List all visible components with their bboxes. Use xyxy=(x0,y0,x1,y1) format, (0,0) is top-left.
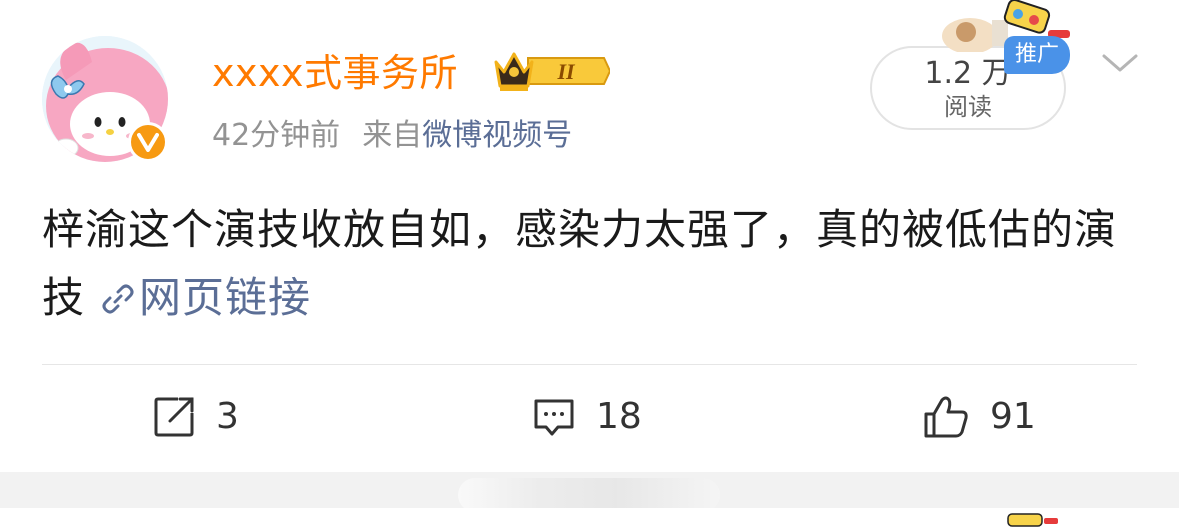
like-icon xyxy=(924,396,968,438)
source-link[interactable]: 微博视频号 xyxy=(422,118,572,153)
next-promo-sticker-art xyxy=(1007,513,1058,527)
username[interactable]: xxxx式事务所 xyxy=(212,50,458,96)
chevron-down-icon[interactable] xyxy=(1100,48,1140,78)
weibo-post-card: xxxx式事务所 II 42分钟前 来自微博视频号 1.2 万 阅读 推广 梓渝这… xyxy=(0,0,1179,472)
promo-badge: 推广 xyxy=(1004,36,1070,74)
member-level-text: II xyxy=(556,59,576,84)
comment-button[interactable]: 18 xyxy=(532,392,642,442)
repost-count: 3 xyxy=(216,396,239,437)
post-time: 42分钟前 xyxy=(212,118,341,153)
like-count: 91 xyxy=(990,396,1036,437)
verified-v-icon xyxy=(128,122,168,162)
repost-button[interactable]: 3 xyxy=(152,392,239,442)
source-prefix: 来自 xyxy=(362,118,423,153)
link-icon xyxy=(101,268,135,336)
like-button[interactable]: 91 xyxy=(922,392,1036,442)
crown-level-icon[interactable]: II xyxy=(492,48,612,94)
post-content: 梓渝这个演技收放自如，感染力太强了，真的被低估的演技 网页链接 xyxy=(42,196,1142,336)
divider xyxy=(42,364,1137,365)
repost-icon xyxy=(154,397,194,437)
read-label: 阅读 xyxy=(944,93,992,121)
web-link[interactable]: 网页链接 xyxy=(139,273,311,322)
comment-count: 18 xyxy=(596,396,642,437)
post-meta: 42分钟前 来自微博视频号 xyxy=(212,116,572,156)
blurred-overlay-pill xyxy=(458,478,720,512)
comment-icon xyxy=(534,399,574,436)
